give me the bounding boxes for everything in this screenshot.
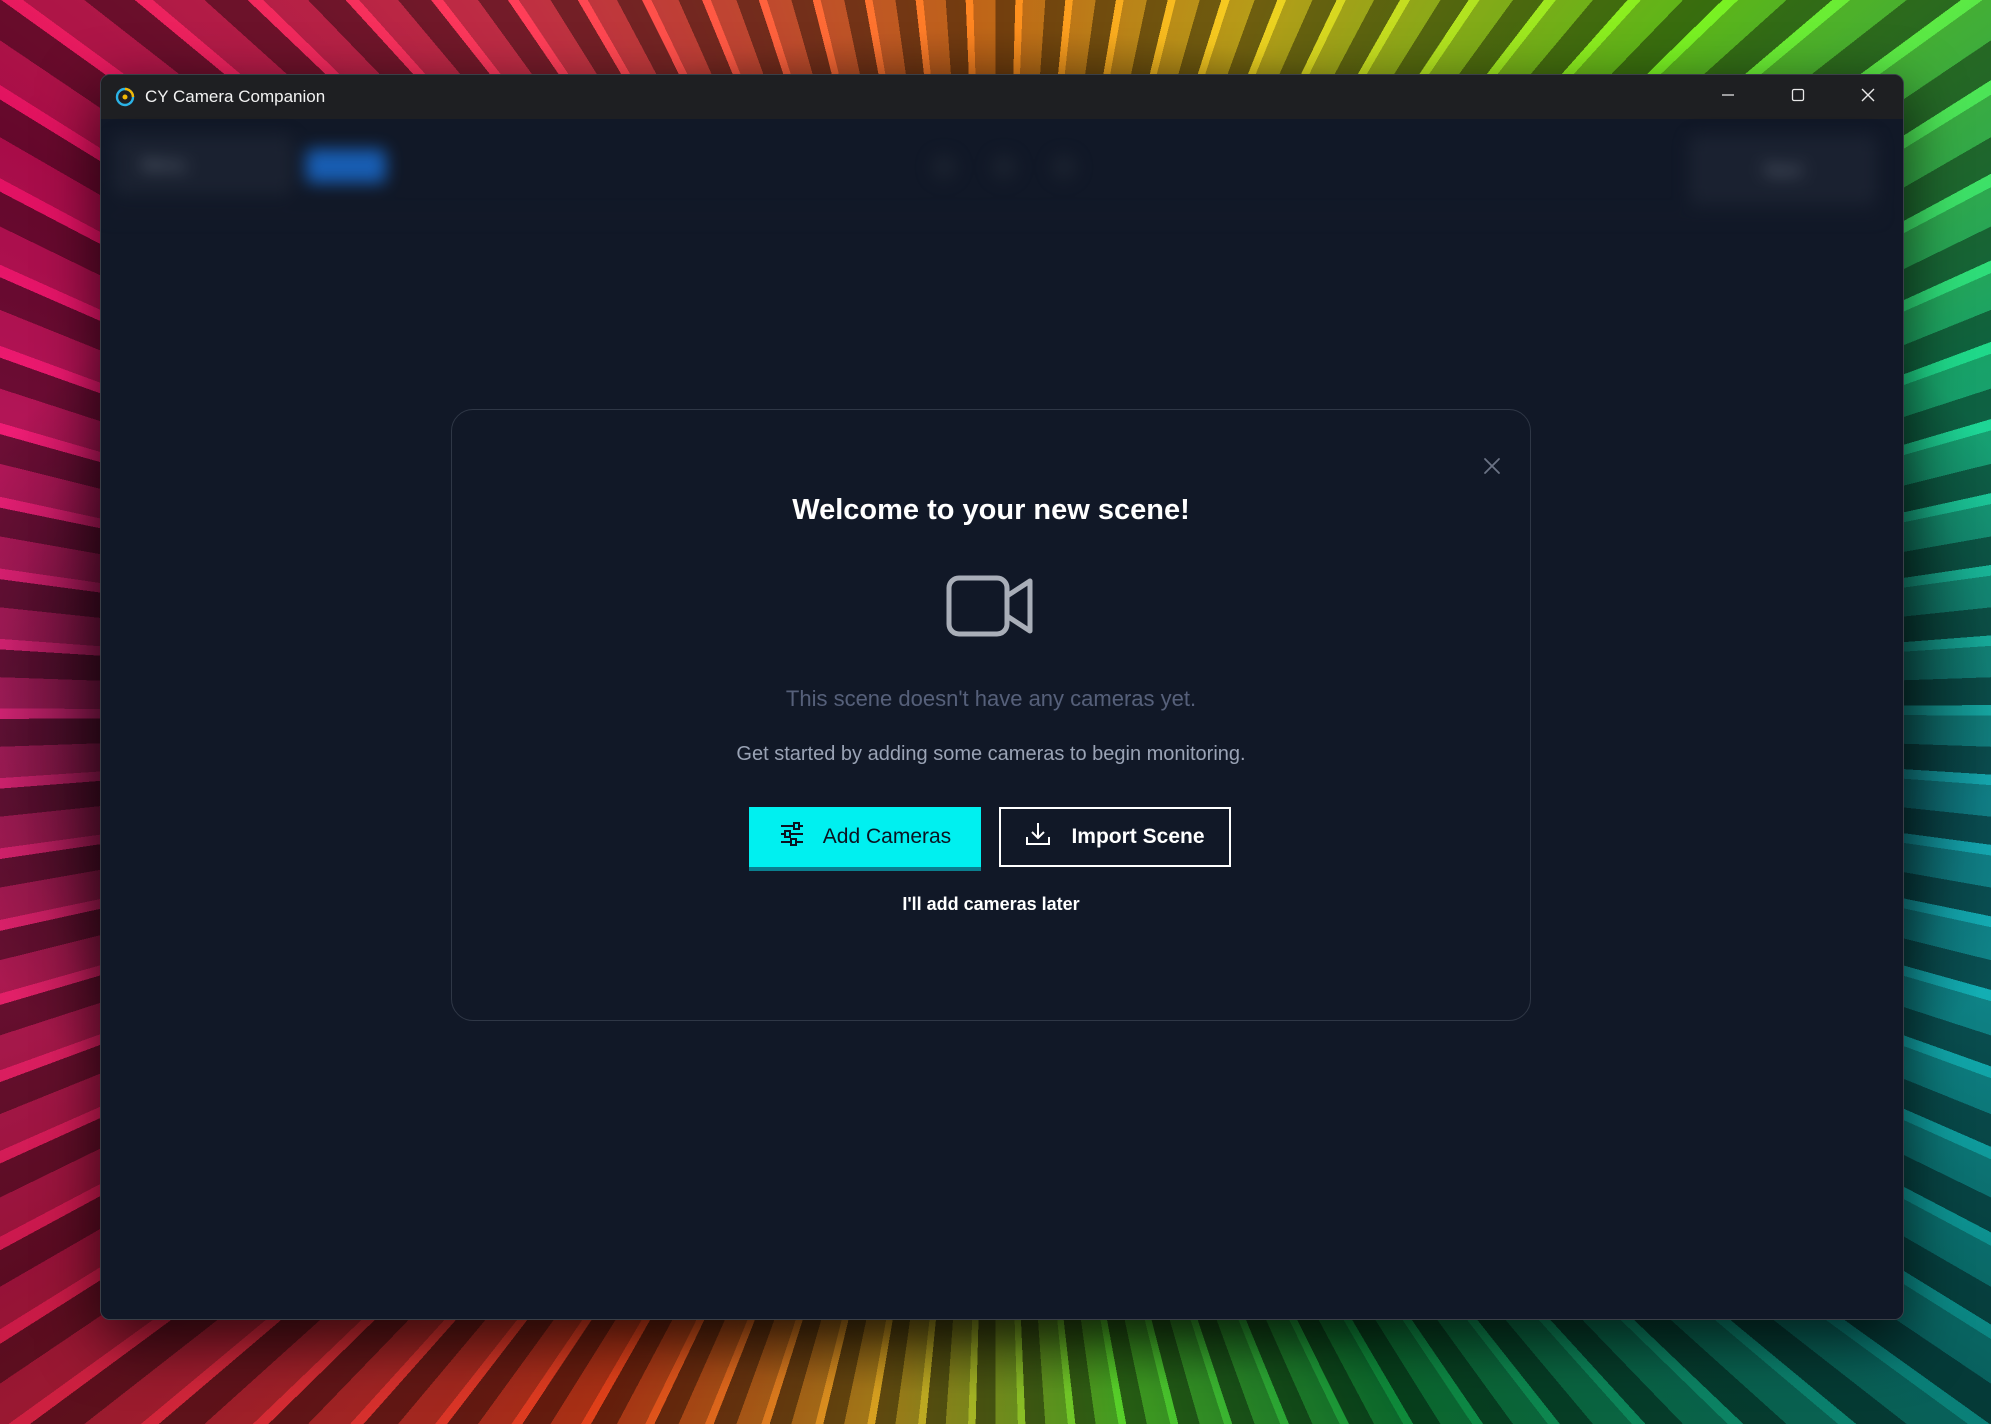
window-controls bbox=[1693, 75, 1903, 119]
menu-button: Menu bbox=[113, 135, 293, 195]
minimize-icon bbox=[1720, 87, 1736, 108]
add-later-link[interactable]: I'll add cameras later bbox=[452, 894, 1530, 915]
empty-state-text: This scene doesn't have any cameras yet. bbox=[785, 686, 1197, 711]
maximize-button[interactable] bbox=[1763, 75, 1833, 119]
welcome-dialog: Welcome to your new scene! This scene do… bbox=[451, 409, 1531, 1021]
blurred-toolbar: Menu Next bbox=[101, 119, 1903, 219]
toolbar-dot bbox=[991, 154, 1017, 180]
add-cameras-button[interactable]: Add Cameras bbox=[749, 807, 981, 867]
next-label: Next bbox=[1764, 159, 1802, 180]
close-window-button[interactable] bbox=[1833, 75, 1903, 119]
toolbar-divider bbox=[101, 215, 1883, 217]
app-window: CY Camera Companion Menu Next Welcome to… bbox=[100, 74, 1904, 1320]
dialog-close-button[interactable] bbox=[1480, 456, 1504, 480]
add-cameras-label: Add Cameras bbox=[822, 825, 952, 848]
import-scene-button[interactable]: Import Scene bbox=[999, 807, 1231, 867]
download-icon bbox=[1025, 821, 1051, 853]
sliders-icon bbox=[779, 822, 805, 852]
close-icon bbox=[1482, 456, 1502, 481]
cy-logo-icon bbox=[115, 87, 135, 107]
minimize-button[interactable] bbox=[1693, 75, 1763, 119]
main-content: Menu Next Welcome to your new scene! Thi… bbox=[101, 119, 1903, 1319]
close-icon bbox=[1860, 87, 1876, 108]
toolbar-tag bbox=[306, 149, 386, 183]
dialog-title: Welcome to your new scene! bbox=[792, 494, 1190, 526]
import-scene-label: Import Scene bbox=[1071, 825, 1205, 848]
title-bar[interactable]: CY Camera Companion bbox=[101, 75, 1903, 119]
menu-label: Menu bbox=[141, 154, 187, 175]
hint-text: Get started by adding some cameras to be… bbox=[736, 743, 1246, 765]
toolbar-dot bbox=[931, 154, 957, 180]
maximize-icon bbox=[1790, 87, 1806, 108]
video-camera-icon bbox=[946, 574, 1036, 638]
dialog-actions: Add Cameras Import Scene bbox=[749, 807, 1231, 867]
next-button: Next bbox=[1689, 135, 1877, 205]
window-title: CY Camera Companion bbox=[145, 87, 326, 106]
toolbar-dot bbox=[1051, 154, 1077, 180]
